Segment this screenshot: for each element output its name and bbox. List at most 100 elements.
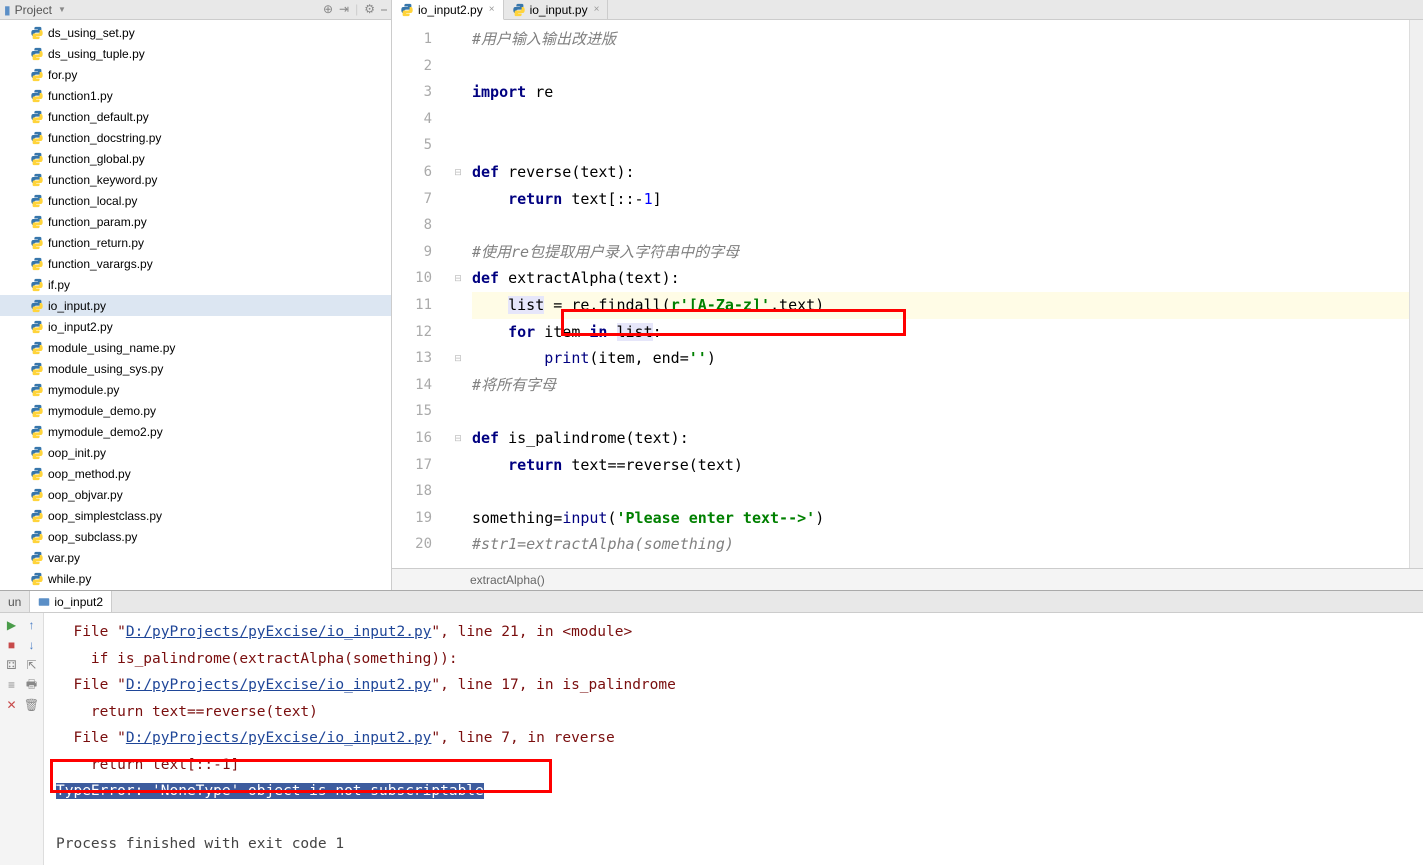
target-icon[interactable]: ⊕ xyxy=(323,2,333,17)
file-item[interactable]: function_global.py xyxy=(0,148,391,169)
hide-icon[interactable]: ⎯ xyxy=(381,2,387,17)
code-line[interactable] xyxy=(472,53,1423,80)
code-line[interactable] xyxy=(472,106,1423,133)
file-item[interactable]: while.py xyxy=(0,568,391,589)
code-line[interactable]: #str1=extractAlpha(something) xyxy=(472,531,1423,558)
code-line[interactable]: list = re.findall(r'[A-Za-z]',text) xyxy=(472,292,1423,319)
file-item[interactable]: function_varargs.py xyxy=(0,253,391,274)
code-line[interactable] xyxy=(472,478,1423,505)
console-line xyxy=(56,805,1411,832)
file-link[interactable]: D:/pyProjects/pyExcise/io_input2.py xyxy=(126,677,432,693)
file-tree[interactable]: ds_using_set.pyds_using_tuple.pyfor.pyfu… xyxy=(0,20,391,590)
console-output[interactable]: File "D:/pyProjects/pyExcise/io_input2.p… xyxy=(44,613,1423,865)
code-line[interactable]: for item in list: xyxy=(472,319,1423,346)
file-item[interactable]: function_return.py xyxy=(0,232,391,253)
python-file-icon xyxy=(512,3,526,17)
file-item[interactable]: module_using_sys.py xyxy=(0,358,391,379)
file-item[interactable]: function_default.py xyxy=(0,106,391,127)
run-tabs: un io_input2 xyxy=(0,591,1423,613)
code-line[interactable] xyxy=(472,132,1423,159)
collapse-icon[interactable]: ⇥ xyxy=(339,2,349,17)
file-name: io_input.py xyxy=(48,299,106,313)
file-item[interactable]: oop_simplestclass.py xyxy=(0,505,391,526)
file-item[interactable]: oop_objvar.py xyxy=(0,484,391,505)
python-file-icon xyxy=(30,404,44,418)
file-name: function_global.py xyxy=(48,152,145,166)
python-file-icon xyxy=(30,278,44,292)
code-line[interactable]: return text[::-1] xyxy=(472,186,1423,213)
file-item[interactable]: function1.py xyxy=(0,85,391,106)
print-icon[interactable]: 🖶 xyxy=(24,677,40,693)
up-icon[interactable]: ↑ xyxy=(24,617,40,633)
code-line[interactable]: def extractAlpha(text): xyxy=(472,265,1423,292)
file-name: function_keyword.py xyxy=(48,173,157,187)
file-name: function_varargs.py xyxy=(48,257,153,271)
tool1-icon[interactable]: ⚃ xyxy=(4,657,20,673)
export-icon[interactable]: ⇱ xyxy=(24,657,40,673)
run-toolbar: ▶ ↑ ■ ↓ ⚃ ⇱ ≡ 🖶 ✕ 🗑 xyxy=(0,613,44,865)
sidebar-title[interactable]: ▮ Project ▼ xyxy=(4,3,66,17)
code-line[interactable]: #将所有字母 xyxy=(472,372,1423,399)
run-label[interactable]: un xyxy=(0,591,30,612)
editor-body[interactable]: 1234567891011121314151617181920 ⊟⊟⊟⊟ #用户… xyxy=(392,20,1423,568)
editor-tab[interactable]: io_input.py× xyxy=(504,0,609,19)
close-icon[interactable]: ✕ xyxy=(4,697,20,713)
code-line[interactable]: def is_palindrome(text): xyxy=(472,425,1423,452)
file-link[interactable]: D:/pyProjects/pyExcise/io_input2.py xyxy=(126,730,432,746)
file-item[interactable]: mymodule_demo2.py xyxy=(0,421,391,442)
file-item[interactable]: mymodule.py xyxy=(0,379,391,400)
gear-icon[interactable]: ⚙ xyxy=(364,2,375,17)
file-name: if.py xyxy=(48,278,70,292)
code-line[interactable]: import re xyxy=(472,79,1423,106)
close-icon[interactable]: × xyxy=(594,4,600,15)
code-line[interactable] xyxy=(472,212,1423,239)
stop-icon[interactable]: ■ xyxy=(4,637,20,653)
console-line: TypeError: 'NoneType' object is not subs… xyxy=(56,778,1411,805)
python-file-icon xyxy=(30,551,44,565)
file-item[interactable]: io_input2.py xyxy=(0,316,391,337)
fold-column[interactable]: ⊟⊟⊟⊟ xyxy=(452,20,464,568)
file-item[interactable]: function_keyword.py xyxy=(0,169,391,190)
file-item[interactable]: function_param.py xyxy=(0,211,391,232)
code-line[interactable]: print(item, end='') xyxy=(472,345,1423,372)
close-icon[interactable]: × xyxy=(489,4,495,15)
file-item[interactable]: oop_init.py xyxy=(0,442,391,463)
down-icon[interactable]: ↓ xyxy=(24,637,40,653)
python-file-icon xyxy=(30,68,44,82)
file-item[interactable]: function_docstring.py xyxy=(0,127,391,148)
file-item[interactable]: module_using_name.py xyxy=(0,337,391,358)
rerun-icon[interactable]: ▶ xyxy=(4,617,20,633)
tab-label: io_input2.py xyxy=(418,3,483,17)
python-file-icon xyxy=(400,3,414,17)
file-item[interactable]: io_input.py xyxy=(0,295,391,316)
file-item[interactable]: ds_using_set.py xyxy=(0,22,391,43)
scrollbar-vertical[interactable] xyxy=(1409,20,1423,568)
file-item[interactable]: oop_subclass.py xyxy=(0,526,391,547)
console-line: File "D:/pyProjects/pyExcise/io_input2.p… xyxy=(56,725,1411,752)
file-item[interactable]: function_local.py xyxy=(0,190,391,211)
code-area[interactable]: #用户输入输出改进版 import re def reverse(text): re… xyxy=(464,20,1423,568)
code-line[interactable]: #用户输入输出改进版 xyxy=(472,26,1423,53)
file-item[interactable]: if.py xyxy=(0,274,391,295)
breadcrumb[interactable]: extractAlpha() xyxy=(392,568,1423,590)
file-item[interactable]: for.py xyxy=(0,64,391,85)
file-item[interactable]: mymodule_demo.py xyxy=(0,400,391,421)
file-link[interactable]: D:/pyProjects/pyExcise/io_input2.py xyxy=(126,624,432,640)
code-line[interactable] xyxy=(472,398,1423,425)
python-file-icon xyxy=(30,467,44,481)
file-item[interactable]: var.py xyxy=(0,547,391,568)
code-line[interactable]: return text==reverse(text) xyxy=(472,452,1423,479)
tool2-icon[interactable]: ≡ xyxy=(4,677,20,693)
code-line[interactable]: something=input('Please enter text-->') xyxy=(472,505,1423,532)
editor-tab[interactable]: io_input2.py × xyxy=(392,0,504,20)
trash-icon[interactable]: 🗑 xyxy=(24,697,40,713)
code-line[interactable]: #使用re包提取用户录入字符串中的字母 xyxy=(472,239,1423,266)
run-config-tab[interactable]: io_input2 xyxy=(30,591,112,612)
file-name: oop_objvar.py xyxy=(48,488,123,502)
code-line[interactable]: def reverse(text): xyxy=(472,159,1423,186)
dropdown-icon[interactable]: ▼ xyxy=(58,5,66,14)
file-item[interactable]: oop_method.py xyxy=(0,463,391,484)
file-name: function_default.py xyxy=(48,110,149,124)
file-item[interactable]: ds_using_tuple.py xyxy=(0,43,391,64)
file-name: ds_using_set.py xyxy=(48,26,135,40)
